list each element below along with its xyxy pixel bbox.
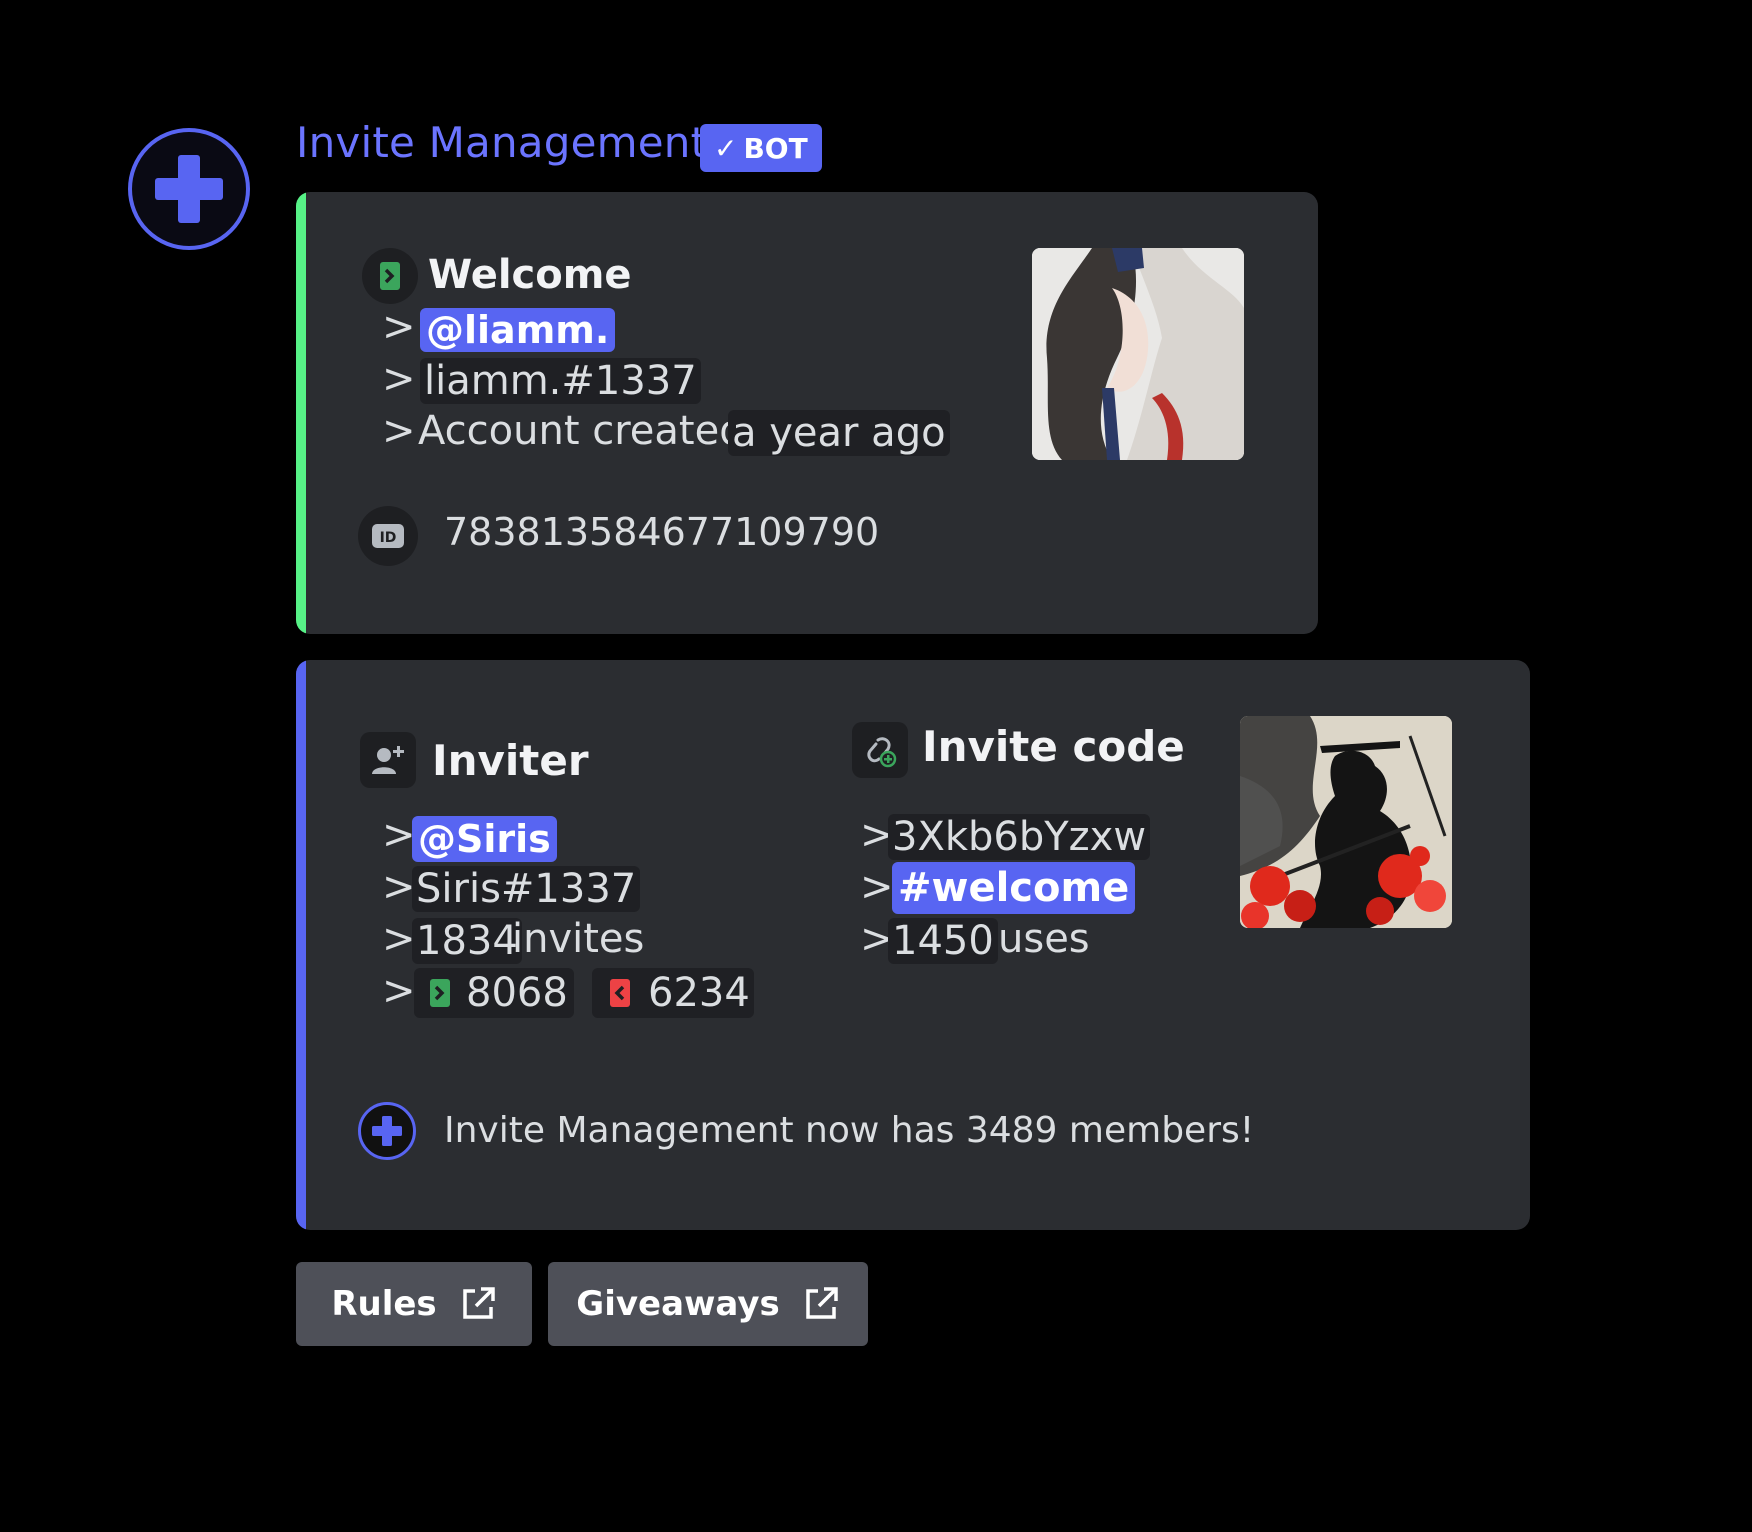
bot-footer-icon [358, 1102, 416, 1160]
plus-icon [372, 1116, 402, 1146]
inviter-mention[interactable]: @Siris [412, 816, 557, 862]
quote-prefix: > [382, 356, 416, 402]
uses-label: uses [998, 916, 1090, 962]
server-thumbnail[interactable] [1240, 716, 1452, 928]
join-icon [428, 978, 452, 1012]
rules-button[interactable]: Rules [296, 1262, 532, 1346]
invite-code-value[interactable]: 3Xkb6bYzxw [888, 814, 1151, 860]
giveaways-button-label: Giveaways [576, 1284, 780, 1324]
user-mention[interactable]: @liamm. [420, 308, 616, 352]
uses-count: 1450 [888, 918, 998, 964]
user-id: 783813584677109790 [444, 510, 880, 554]
external-link-icon [462, 1287, 495, 1319]
add-user-icon [360, 732, 416, 788]
bot-badge-label: BOT [743, 131, 808, 165]
quote-prefix: > [382, 968, 416, 1014]
inviter-tag: Siris#1337 [412, 866, 641, 912]
samurai-image [1240, 716, 1452, 928]
plus-icon [155, 155, 223, 223]
checkmark-icon: ✓ [714, 131, 738, 165]
channel-mention[interactable]: #welcome [892, 862, 1136, 914]
id-icon: ID [358, 506, 418, 566]
invite-link-icon [852, 722, 908, 778]
quote-prefix: > [382, 864, 416, 910]
anime-girl-image [1032, 248, 1244, 460]
user-tag: liamm.#1337 [420, 358, 701, 404]
bot-avatar[interactable] [128, 128, 250, 250]
welcome-embed: Welcome > @liamm. > liamm.#1337 > Accoun… [296, 192, 1318, 634]
leave-icon [608, 978, 632, 1012]
rules-button-label: Rules [331, 1284, 437, 1324]
external-link-icon [805, 1287, 838, 1319]
bot-name[interactable]: Invite Management [296, 118, 707, 167]
bot-badge: ✓ BOT [700, 124, 822, 172]
inviter-title: Inviter [432, 736, 589, 785]
svg-text:ID: ID [380, 530, 397, 546]
embed-accent-bar [296, 660, 306, 1230]
quote-prefix: > [860, 864, 894, 910]
invite-code-title: Invite code [922, 722, 1185, 771]
invite-embed: Inviter > @Siris > Siris#1337 > 1834 inv… [296, 660, 1530, 1230]
quote-prefix: > [382, 812, 416, 858]
invites-count: 1834 [412, 918, 522, 964]
account-created-value[interactable]: a year ago [728, 410, 950, 456]
invites-label: invites [512, 916, 645, 962]
quote-prefix: > [382, 304, 416, 350]
giveaways-button[interactable]: Giveaways [548, 1262, 868, 1346]
welcome-title: Welcome [428, 252, 632, 298]
embed-footer-text: Invite Management now has 3489 members! [444, 1110, 1255, 1151]
user-avatar-thumbnail[interactable] [1032, 248, 1244, 460]
join-icon [362, 248, 418, 304]
quote-prefix: > [382, 408, 416, 454]
embed-accent-bar [296, 192, 306, 634]
account-created-label: Account created [418, 408, 745, 454]
quote-prefix: > [382, 916, 416, 962]
